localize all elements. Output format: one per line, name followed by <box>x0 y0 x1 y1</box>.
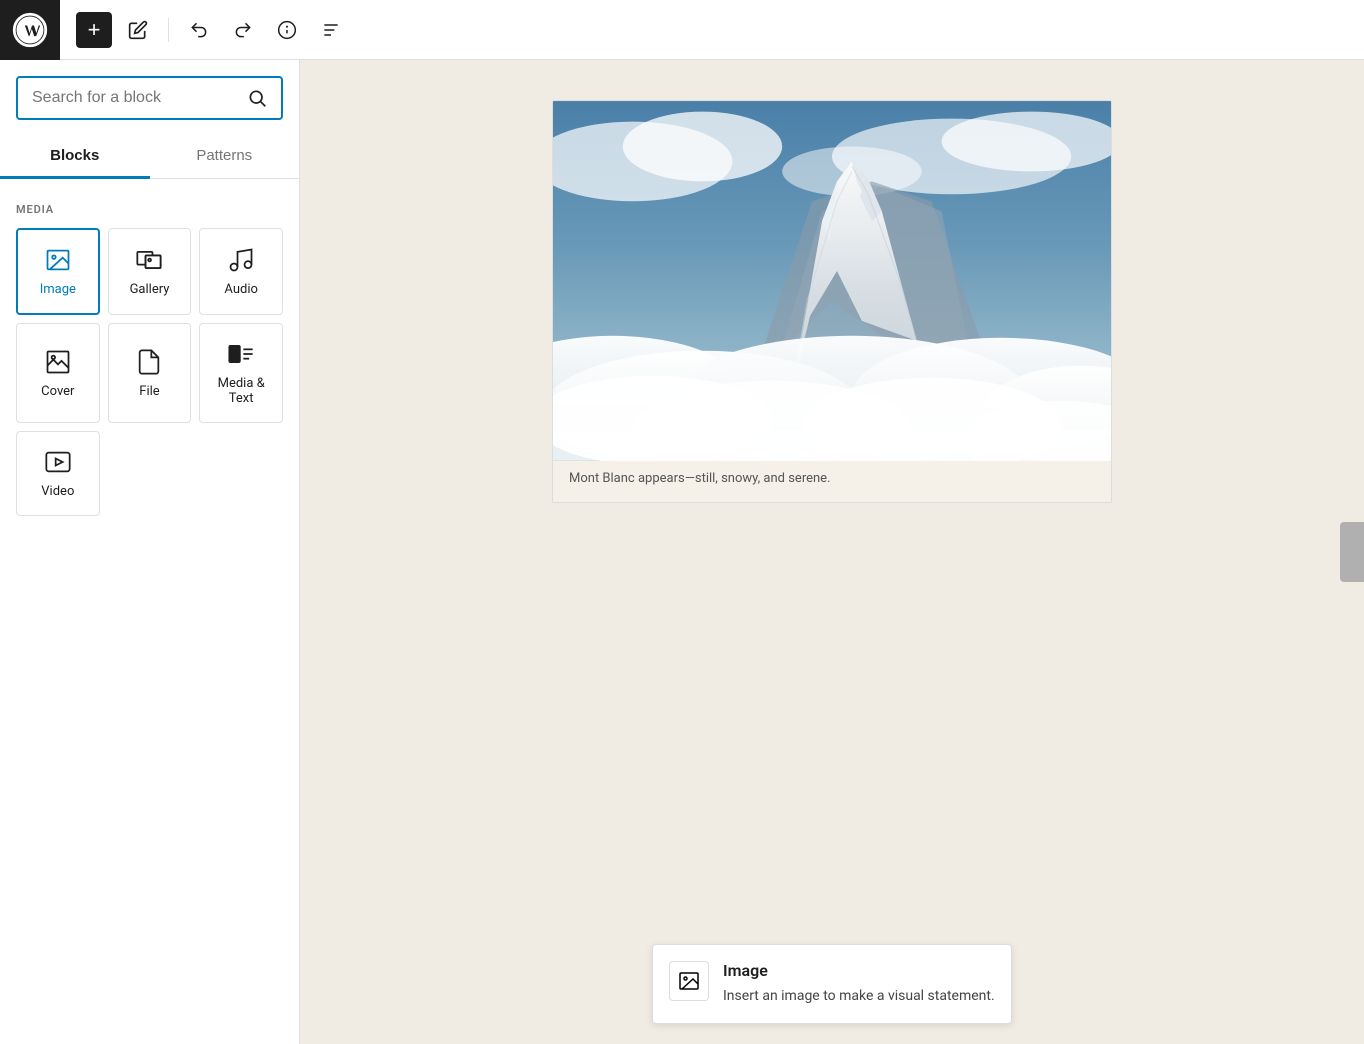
block-item-media-text[interactable]: Media & Text <box>199 323 283 423</box>
redo-button[interactable] <box>225 12 261 48</box>
edit-button[interactable] <box>120 12 156 48</box>
pencil-icon <box>128 20 148 40</box>
cover-block-icon <box>44 348 72 376</box>
redo-icon <box>233 20 253 40</box>
search-input[interactable] <box>32 89 239 107</box>
search-box <box>16 76 283 120</box>
undo-icon <box>189 20 209 40</box>
audio-block-icon <box>227 246 255 274</box>
undo-button[interactable] <box>181 12 217 48</box>
tools-button[interactable] <box>313 12 349 48</box>
mountain-image[interactable] <box>553 101 1111 461</box>
right-handle[interactable] <box>1340 522 1364 582</box>
block-grid: Image Gallery <box>16 228 283 516</box>
tab-blocks[interactable]: Blocks <box>0 133 150 178</box>
wp-logo <box>0 0 60 60</box>
block-label-gallery: Gallery <box>130 282 170 297</box>
block-item-audio[interactable]: Audio <box>199 228 283 315</box>
editor-card: Mont Blanc appears—still, snowy, and ser… <box>552 100 1112 503</box>
tab-patterns[interactable]: Patterns <box>150 133 300 178</box>
menu-icon <box>321 20 341 40</box>
toolbar: + <box>0 0 1364 60</box>
block-label-media-text: Media & Text <box>208 376 274 406</box>
tooltip-title: Image <box>723 961 995 980</box>
main-layout: Blocks Patterns MEDIA Image <box>0 60 1364 1044</box>
block-item-cover[interactable]: Cover <box>16 323 100 423</box>
plus-icon: + <box>88 17 101 43</box>
block-label-image: Image <box>40 282 76 297</box>
content-area: Mont Blanc appears—still, snowy, and ser… <box>300 60 1364 1044</box>
search-icon <box>247 88 267 108</box>
block-list: MEDIA Image <box>0 179 299 1044</box>
block-label-cover: Cover <box>41 384 74 399</box>
info-button[interactable] <box>269 12 305 48</box>
image-block-icon <box>44 246 72 274</box>
tooltip-icon <box>669 961 709 1001</box>
tooltip-image-icon <box>677 969 701 993</box>
media-text-block-icon <box>227 340 255 368</box>
block-label-file: File <box>139 384 159 399</box>
search-wrap <box>0 60 299 133</box>
toolbar-divider-1 <box>168 18 169 42</box>
block-item-gallery[interactable]: Gallery <box>108 228 192 315</box>
gallery-block-icon <box>135 246 163 274</box>
image-caption: Mont Blanc appears—still, snowy, and ser… <box>553 461 1111 502</box>
media-section-label: MEDIA <box>16 203 283 216</box>
add-block-button[interactable]: + <box>76 12 112 48</box>
tabs: Blocks Patterns <box>0 133 299 179</box>
block-label-audio: Audio <box>224 282 257 297</box>
info-icon <box>277 20 297 40</box>
block-item-file[interactable]: File <box>108 323 192 423</box>
block-item-image[interactable]: Image <box>16 228 100 315</box>
sidebar: Blocks Patterns MEDIA Image <box>0 60 300 1044</box>
mountain-svg <box>553 101 1111 461</box>
tooltip-description: Insert an image to make a visual stateme… <box>723 986 995 1007</box>
block-tooltip: Image Insert an image to make a visual s… <box>652 944 1012 1024</box>
block-item-video[interactable]: Video <box>16 431 100 516</box>
file-block-icon <box>135 348 163 376</box>
block-label-video: Video <box>41 484 74 499</box>
tooltip-content: Image Insert an image to make a visual s… <box>723 961 995 1007</box>
video-block-icon <box>44 448 72 476</box>
